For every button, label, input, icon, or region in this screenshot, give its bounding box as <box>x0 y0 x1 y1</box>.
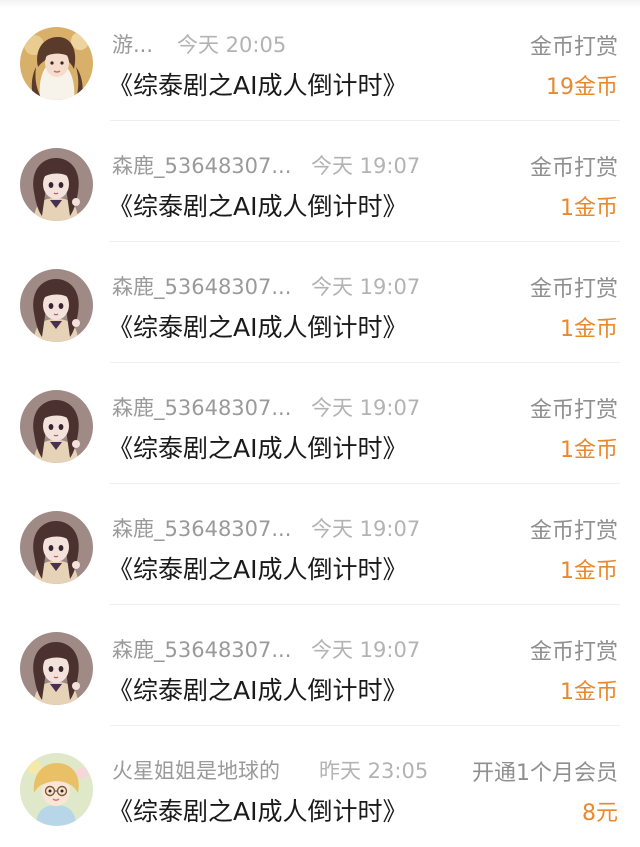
reward-type: 金币打赏 <box>529 398 618 423</box>
list-item[interactable]: 森鹿_53648307... 今天 19:07 金币打赏 《综泰剧之AI成人倒计… <box>0 363 640 484</box>
reward-type: 金币打赏 <box>529 156 618 181</box>
reward-time: 今天 19:07 <box>311 275 421 299</box>
reward-type: 金币打赏 <box>529 277 618 302</box>
user-name[interactable]: 游... <box>112 29 153 59</box>
reward-amount: 19金币 <box>546 75 618 100</box>
list-item[interactable]: 森鹿_53648307... 今天 19:07 金币打赏 《综泰剧之AI成人倒计… <box>0 605 640 726</box>
list-item[interactable]: 火星姐姐是地球的 昨天 23:05 开通1个月会员 《综泰剧之AI成人倒计时》 … <box>0 726 640 847</box>
anime-girl-avatar-icon[interactable] <box>20 390 93 463</box>
user-name[interactable]: 森鹿_53648307... <box>112 271 291 301</box>
reward-amount: 1金币 <box>560 559 618 584</box>
reward-time: 今天 19:07 <box>311 517 421 541</box>
user-name[interactable]: 森鹿_53648307... <box>112 150 291 180</box>
girl-golden-hair-avatar-icon[interactable] <box>20 27 93 100</box>
book-title[interactable]: 《综泰剧之AI成人倒计时》 <box>108 187 407 223</box>
reward-type: 金币打赏 <box>529 519 618 544</box>
reward-time: 今天 20:05 <box>177 33 287 57</box>
reward-type: 开通1个月会员 <box>472 761 618 786</box>
user-name[interactable]: 森鹿_53648307... <box>112 634 291 664</box>
user-name[interactable]: 森鹿_53648307... <box>112 513 291 543</box>
anime-girl-avatar-icon[interactable] <box>20 269 93 342</box>
list-item[interactable]: 森鹿_53648307... 今天 19:07 金币打赏 《综泰剧之AI成人倒计… <box>0 484 640 605</box>
book-title[interactable]: 《综泰剧之AI成人倒计时》 <box>108 308 407 344</box>
anime-girl-avatar-icon[interactable] <box>20 632 93 705</box>
list-item[interactable]: 森鹿_53648307... 今天 19:07 金币打赏 《综泰剧之AI成人倒计… <box>0 121 640 242</box>
user-name[interactable]: 火星姐姐是地球的 <box>112 755 280 785</box>
anime-girl-avatar-icon[interactable] <box>20 148 93 221</box>
list-item[interactable]: 游... 今天 20:05 金币打赏 《综泰剧之AI成人倒计时》 19金币 <box>0 0 640 121</box>
book-title[interactable]: 《综泰剧之AI成人倒计时》 <box>108 792 407 828</box>
anime-girl-avatar-icon[interactable] <box>20 511 93 584</box>
reward-amount: 1金币 <box>560 438 618 463</box>
book-title[interactable]: 《综泰剧之AI成人倒计时》 <box>108 429 407 465</box>
reward-type: 金币打赏 <box>529 640 618 665</box>
book-title[interactable]: 《综泰剧之AI成人倒计时》 <box>108 66 407 102</box>
reward-time: 今天 19:07 <box>311 154 421 178</box>
reward-amount: 8元 <box>582 801 618 826</box>
user-name[interactable]: 森鹿_53648307... <box>112 392 291 422</box>
reward-time: 今天 19:07 <box>311 638 421 662</box>
reward-amount: 1金币 <box>560 317 618 342</box>
book-title[interactable]: 《综泰剧之AI成人倒计时》 <box>108 550 407 586</box>
reward-time: 昨天 23:05 <box>319 759 429 783</box>
list-item[interactable]: 森鹿_53648307... 今天 19:07 金币打赏 《综泰剧之AI成人倒计… <box>0 242 640 363</box>
reward-amount: 1金币 <box>560 196 618 221</box>
reward-time: 今天 19:07 <box>311 396 421 420</box>
book-title[interactable]: 《综泰剧之AI成人倒计时》 <box>108 671 407 707</box>
reward-amount: 1金币 <box>560 680 618 705</box>
reward-type: 金币打赏 <box>529 35 618 60</box>
cartoon-girl-glasses-avatar-icon[interactable] <box>20 753 93 826</box>
